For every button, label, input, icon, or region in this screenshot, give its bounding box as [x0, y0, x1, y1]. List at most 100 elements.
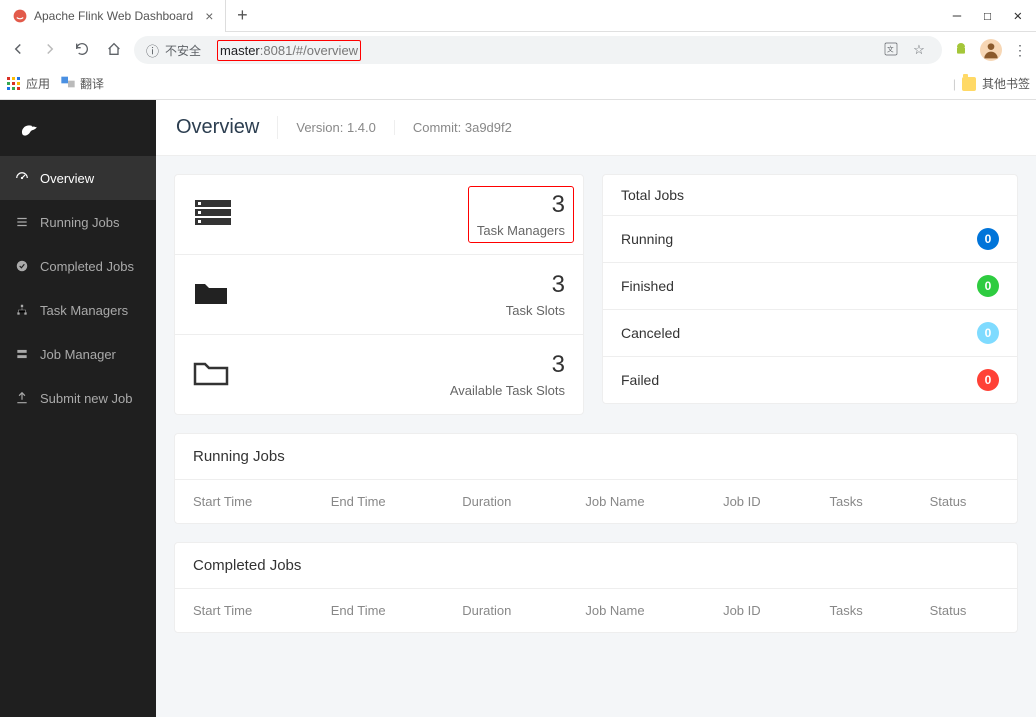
- summary-row-running[interactable]: Running 0: [603, 216, 1017, 263]
- sidebar-item-running-jobs[interactable]: Running Jobs: [0, 200, 156, 244]
- list-icon: [14, 214, 30, 230]
- col-start[interactable]: Start Time: [175, 480, 313, 523]
- bookmark-star-icon[interactable]: ☆: [908, 42, 930, 58]
- version-text: Version: 1.4.0: [296, 120, 395, 135]
- reload-button[interactable]: [70, 41, 94, 60]
- sidebar-item-job-manager[interactable]: Job Manager: [0, 332, 156, 376]
- col-jobid[interactable]: Job ID: [705, 589, 811, 632]
- tab-title: Apache Flink Web Dashboard: [34, 9, 193, 23]
- close-icon[interactable]: ×: [205, 8, 213, 24]
- minimize-icon[interactable]: —: [953, 8, 961, 24]
- folder-outline-icon: [193, 358, 229, 391]
- other-bookmarks[interactable]: | 其他书签: [953, 75, 1030, 92]
- browser-toolbar: ⓘ 不安全 master:8081/#/overview 文 ☆ ⋮: [0, 32, 1036, 68]
- running-jobs-table: Start Time End Time Duration Job Name Jo…: [175, 480, 1017, 523]
- maximize-icon[interactable]: ☐: [983, 8, 991, 24]
- address-bar[interactable]: ⓘ 不安全 master:8081/#/overview 文 ☆: [134, 36, 942, 64]
- panel-title: Completed Jobs: [175, 543, 1017, 589]
- apps-label: 应用: [26, 75, 50, 92]
- commit-text: Commit: 3a9d9f2: [413, 120, 530, 135]
- stat-available-slots[interactable]: 3 Available Task Slots: [175, 334, 583, 414]
- sidebar-item-overview[interactable]: Overview: [0, 156, 156, 200]
- android-icon[interactable]: [950, 41, 972, 60]
- browser-tab[interactable]: Apache Flink Web Dashboard ×: [0, 0, 226, 32]
- sidebar-item-label: Overview: [40, 171, 94, 186]
- summary-label: Running: [621, 231, 673, 247]
- summary-label: Failed: [621, 372, 659, 388]
- sitemap-icon: [14, 302, 30, 318]
- sidebar: Overview Running Jobs Completed Jobs Tas…: [0, 100, 156, 717]
- col-status[interactable]: Status: [912, 480, 1017, 523]
- summary-row-finished[interactable]: Finished 0: [603, 263, 1017, 310]
- content-header: Overview Version: 1.4.0 Commit: 3a9d9f2: [156, 100, 1036, 156]
- favicon-icon: [12, 8, 28, 24]
- col-jobid[interactable]: Job ID: [705, 480, 811, 523]
- sidebar-item-label: Job Manager: [40, 347, 116, 362]
- col-duration[interactable]: Duration: [444, 589, 567, 632]
- col-duration[interactable]: Duration: [444, 480, 567, 523]
- col-tasks[interactable]: Tasks: [811, 480, 911, 523]
- translate-icon[interactable]: 文: [880, 41, 902, 60]
- sidebar-item-label: Running Jobs: [40, 215, 120, 230]
- status-badge: 0: [977, 369, 999, 391]
- col-start[interactable]: Start Time: [175, 589, 313, 632]
- translate-bm-icon: [60, 74, 76, 93]
- sidebar-item-label: Completed Jobs: [40, 259, 134, 274]
- stats-panel: 3 Task Managers 3 Task Slots: [174, 174, 584, 415]
- avatar[interactable]: [980, 39, 1002, 61]
- stat-task-managers[interactable]: 3 Task Managers: [175, 175, 583, 254]
- col-jobname[interactable]: Job Name: [567, 589, 705, 632]
- jobs-summary-panel: Total Jobs Running 0 Finished 0 Canceled…: [602, 174, 1018, 404]
- folder-solid-icon: [193, 278, 229, 311]
- app-root: Overview Running Jobs Completed Jobs Tas…: [0, 100, 1036, 717]
- back-button[interactable]: [6, 40, 30, 61]
- server-icon: [14, 346, 30, 362]
- upload-icon: [14, 390, 30, 406]
- sidebar-item-completed-jobs[interactable]: Completed Jobs: [0, 244, 156, 288]
- sidebar-item-task-managers[interactable]: Task Managers: [0, 288, 156, 332]
- col-end[interactable]: End Time: [313, 480, 444, 523]
- window-controls: — ☐ ✕: [939, 8, 1036, 24]
- running-jobs-panel: Running Jobs Start Time End Time Duratio…: [174, 433, 1018, 524]
- browser-tabstrip: Apache Flink Web Dashboard × + — ☐ ✕: [0, 0, 1036, 32]
- apps-shortcut[interactable]: 应用: [6, 75, 50, 92]
- url-host: master: [220, 43, 260, 58]
- sidebar-item-label: Task Managers: [40, 303, 128, 318]
- home-button[interactable]: [102, 41, 126, 60]
- servers-icon: [193, 198, 233, 231]
- sidebar-item-submit-job[interactable]: Submit new Job: [0, 376, 156, 420]
- translate-shortcut[interactable]: 翻译: [60, 74, 104, 93]
- summary-row-canceled[interactable]: Canceled 0: [603, 310, 1017, 357]
- stat-task-slots[interactable]: 3 Task Slots: [175, 254, 583, 334]
- kebab-menu-icon[interactable]: ⋮: [1010, 42, 1030, 59]
- main-area: 3 Task Managers 3 Task Slots: [156, 156, 1036, 433]
- content: Overview Version: 1.4.0 Commit: 3a9d9f2 …: [156, 100, 1036, 717]
- summary-row-failed[interactable]: Failed 0: [603, 357, 1017, 403]
- stat-label: Task Managers: [477, 223, 565, 238]
- insecure-label: 不安全: [165, 42, 201, 59]
- completed-jobs-table: Start Time End Time Duration Job Name Jo…: [175, 589, 1017, 632]
- flink-logo[interactable]: [0, 100, 156, 156]
- dashboard-icon: [14, 170, 30, 186]
- status-badge: 0: [977, 228, 999, 250]
- summary-label: Finished: [621, 278, 674, 294]
- col-jobname[interactable]: Job Name: [567, 480, 705, 523]
- status-badge: 0: [977, 322, 999, 344]
- stat-label: Task Slots: [506, 303, 565, 318]
- stat-label: Available Task Slots: [450, 383, 565, 398]
- new-tab-button[interactable]: +: [226, 5, 258, 26]
- col-tasks[interactable]: Tasks: [811, 589, 911, 632]
- svg-text:文: 文: [887, 44, 894, 53]
- forward-button[interactable]: [38, 40, 62, 61]
- completed-jobs-panel: Completed Jobs Start Time End Time Durat…: [174, 542, 1018, 633]
- col-status[interactable]: Status: [912, 589, 1017, 632]
- folder-icon: [962, 77, 976, 91]
- close-window-icon[interactable]: ✕: [1014, 8, 1022, 24]
- url-highlight: master:8081/#/overview: [217, 40, 361, 61]
- apps-grid-icon: [6, 76, 22, 92]
- url-path: /#/overview: [292, 43, 358, 58]
- other-bookmarks-label: 其他书签: [982, 75, 1030, 92]
- status-badge: 0: [977, 275, 999, 297]
- jobs-summary-title: Total Jobs: [603, 175, 1017, 216]
- col-end[interactable]: End Time: [313, 589, 444, 632]
